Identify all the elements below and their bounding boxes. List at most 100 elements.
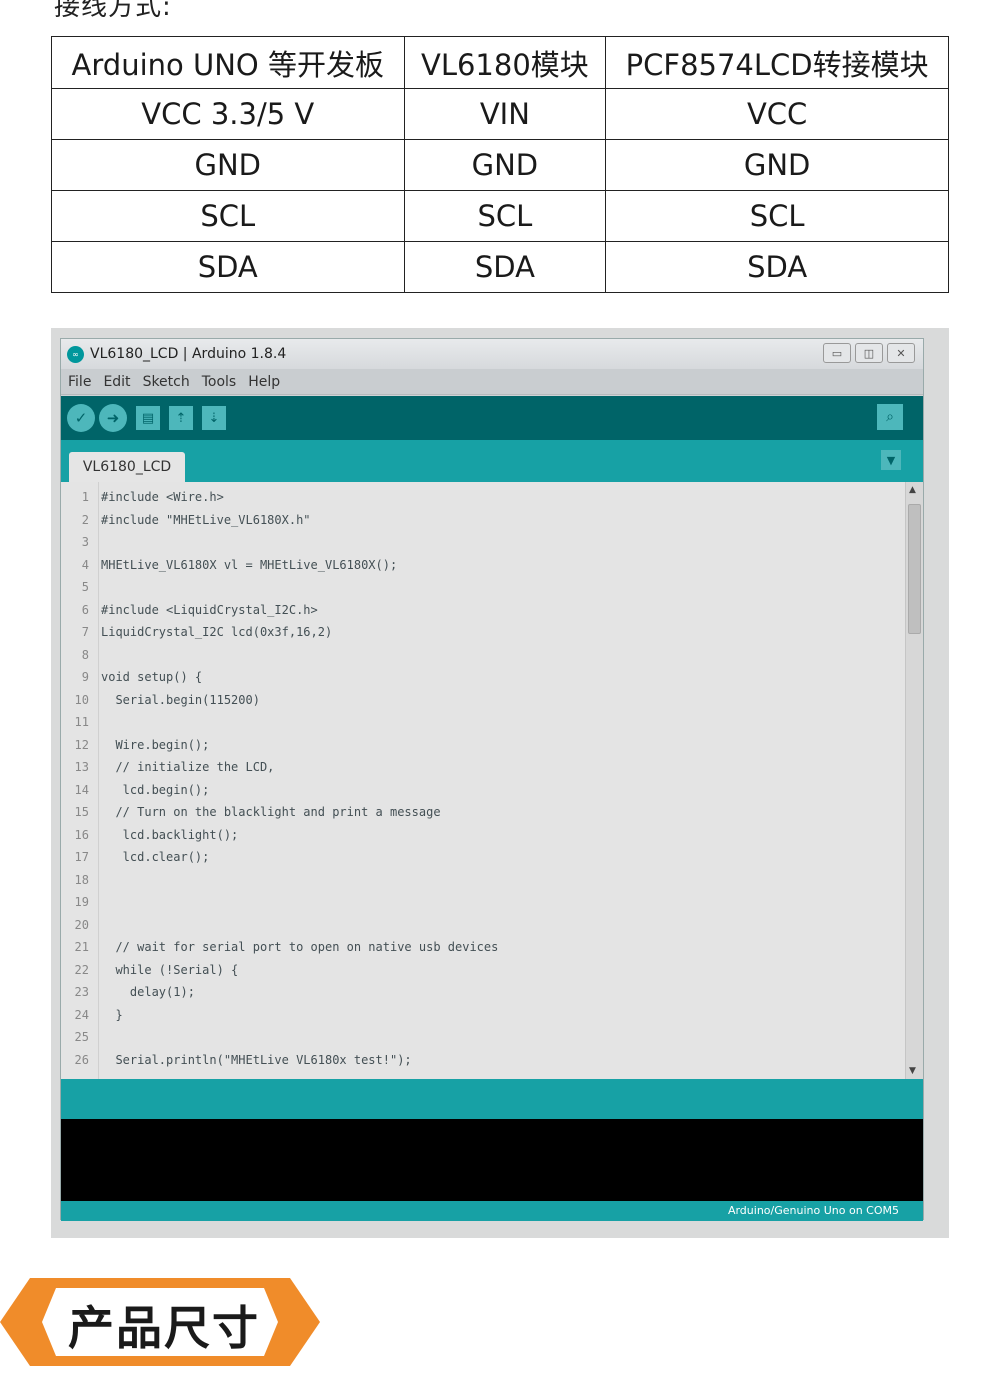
line-number: 3 [81, 535, 89, 549]
code-text: Serial.println("MHEtLive VL6180x test!")… [101, 1052, 412, 1067]
menu-help[interactable]: Help [246, 374, 282, 390]
line-number: 26 [74, 1052, 89, 1067]
code-line: 23 delay(1); [61, 981, 195, 1003]
code-editor[interactable]: 1 #include <Wire.h> 2 #include "MHEtLive_VL… [61, 482, 923, 1079]
menu-sketch[interactable]: Sketch [141, 374, 192, 390]
upload-icon[interactable]: ➜ [99, 404, 127, 432]
wiring-caption: 接线方式: [54, 0, 172, 22]
line-number: 4 [81, 557, 89, 572]
line-number: 23 [74, 985, 89, 999]
table-header-cell: PCF8574LCD转接模块 [605, 36, 949, 89]
menu-file[interactable]: File [66, 374, 93, 390]
code-line: 14 lcd.begin(); [61, 779, 210, 801]
menu-edit[interactable]: Edit [101, 374, 132, 390]
code-text: Wire.begin(); [101, 737, 210, 752]
verify-icon[interactable]: ✓ [67, 404, 95, 432]
line-number: 9 [81, 670, 89, 684]
code-text: lcd.clear(); [101, 850, 210, 864]
code-text: #include <LiquidCrystal_I2C.h> [101, 602, 318, 617]
scroll-thumb[interactable] [908, 504, 921, 634]
scroll-down-icon[interactable]: ▼ [909, 1066, 916, 1076]
window-title: VL6180_LCD | Arduino 1.8.4 [90, 346, 287, 362]
code-line: 26 Serial.println("MHEtLive VL6180x test… [61, 1049, 412, 1071]
code-text: lcd.begin(); [101, 782, 210, 797]
tab-vl6180-lcd[interactable]: VL6180_LCD [69, 452, 185, 482]
scroll-up-icon[interactable]: ▲ [909, 485, 916, 495]
code-text: // wait for serial port to open on nativ… [101, 940, 499, 954]
arduino-logo-icon: ∞ [67, 345, 84, 363]
line-number: 2 [81, 512, 89, 527]
window-controls: ▭ ◫ ✕ [823, 343, 915, 363]
table-cell: VCC [605, 88, 949, 140]
line-number: 1 [81, 490, 89, 504]
banner-title: 产品尺寸 [68, 1301, 260, 1355]
table-header-row: Arduino UNO 等开发板 VL6180模块 PCF8574LCD转接模块 [51, 36, 949, 89]
table-row: GND GND GND [51, 139, 949, 191]
table-cell: SCL [403, 190, 607, 242]
table-cell: GND [605, 139, 949, 191]
table-cell: SDA [605, 241, 949, 293]
toolbar: ✓ ➜ ▤ ⇡ ⇣ ⌕ [61, 396, 923, 440]
console-output [61, 1119, 923, 1201]
code-line: 18 [61, 869, 101, 891]
tab-bar: VL6180_LCD ▼ [61, 440, 923, 482]
code-line: 22 while (!Serial) { [61, 959, 239, 981]
table-cell: SDA [403, 241, 607, 293]
pin-wiring-table: Arduino UNO 等开发板 VL6180模块 PCF8574LCD转接模块… [51, 36, 949, 293]
code-line: 19 [61, 891, 101, 913]
minimize-icon[interactable]: ▭ [823, 343, 851, 363]
table-cell: VIN [403, 88, 607, 140]
vertical-scrollbar[interactable]: ▲ ▼ [905, 482, 923, 1079]
arduino-ide-window: ∞ VL6180_LCD | Arduino 1.8.4 ▭ ◫ ✕ File … [60, 338, 924, 1221]
serial-monitor-icon[interactable]: ⌕ [877, 404, 903, 430]
line-number: 19 [74, 895, 89, 909]
code-text: MHEtLive_VL6180X vl = MHEtLive_VL6180X()… [101, 557, 398, 572]
code-line: 17 lcd.clear(); [61, 846, 210, 868]
table-cell: VCC 3.3/5 V [51, 88, 405, 140]
line-number: 25 [74, 1030, 89, 1044]
line-number: 16 [74, 827, 89, 842]
line-number: 13 [74, 760, 89, 774]
close-icon[interactable]: ✕ [887, 343, 915, 363]
table-header-cell: VL6180模块 [403, 36, 607, 89]
new-sketch-icon[interactable]: ▤ [136, 406, 160, 430]
code-line: 15 // Turn on the blacklight and print a… [61, 801, 441, 823]
line-number: 20 [74, 917, 89, 932]
line-number: 22 [74, 962, 89, 977]
open-icon[interactable]: ⇡ [169, 406, 193, 430]
code-text: #include "MHEtLive_VL6180X.h" [101, 512, 311, 527]
table-cell: SDA [51, 241, 405, 293]
code-text: void setup() { [101, 670, 203, 684]
table-row: SCL SCL SCL [51, 190, 949, 242]
line-number: 14 [74, 782, 89, 797]
code-line: 12 Wire.begin(); [61, 734, 210, 756]
maximize-icon[interactable]: ◫ [855, 343, 883, 363]
code-line: 16 lcd.backlight(); [61, 824, 239, 846]
code-text: } [101, 1007, 123, 1022]
footer-bar: Arduino/Genuino Uno on COM5 [61, 1201, 923, 1221]
code-line: 24 } [61, 1004, 123, 1026]
line-number: 7 [81, 625, 89, 639]
menu-bar: File Edit Sketch Tools Help [61, 369, 923, 395]
code-line: 7 LiquidCrystal_I2C lcd(0x3f,16,2) [61, 621, 332, 643]
line-number: 17 [74, 850, 89, 864]
tab-menu-chevron-down-icon[interactable]: ▼ [881, 450, 901, 470]
table-row: SDA SDA SDA [51, 241, 949, 293]
code-text: delay(1); [101, 985, 195, 999]
status-bar [61, 1079, 923, 1119]
table-row: VCC 3.3/5 V VIN VCC [51, 88, 949, 140]
code-line: 13 // initialize the LCD, [61, 756, 275, 778]
save-icon[interactable]: ⇣ [202, 406, 226, 430]
board-port-info: Arduino/Genuino Uno on COM5 [727, 1204, 899, 1217]
code-text: LiquidCrystal_I2C lcd(0x3f,16,2) [101, 625, 333, 639]
code-line: 2 #include "MHEtLive_VL6180X.h" [61, 509, 311, 531]
line-number: 24 [74, 1007, 89, 1022]
menu-tools[interactable]: Tools [200, 374, 239, 390]
table-cell: SCL [51, 190, 405, 242]
title-bar: ∞ VL6180_LCD | Arduino 1.8.4 ▭ ◫ ✕ [61, 339, 923, 369]
code-line: 6 #include <LiquidCrystal_I2C.h> [61, 599, 318, 621]
code-text: // initialize the LCD, [101, 760, 275, 774]
code-line: 8 [61, 644, 101, 666]
table-cell: SCL [605, 190, 949, 242]
line-number: 10 [74, 692, 89, 707]
